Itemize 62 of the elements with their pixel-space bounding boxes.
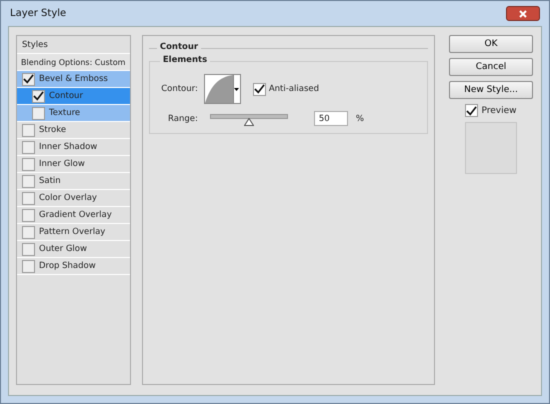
range-label: Range: [167, 114, 198, 124]
style-item[interactable]: Contour [17, 88, 130, 105]
checkbox[interactable] [22, 174, 35, 188]
contour-label: Contour: [160, 84, 198, 94]
style-label: Color Overlay [39, 193, 97, 203]
style-item[interactable]: Outer Glow [17, 241, 130, 258]
style-item[interactable]: Satin [17, 173, 130, 190]
contour-picker[interactable] [204, 74, 241, 104]
checkbox[interactable] [22, 260, 35, 272]
checkbox[interactable] [22, 72, 35, 86]
group-title: Elements [160, 55, 210, 65]
dialog-button[interactable]: OK [449, 35, 533, 53]
style-item[interactable]: Texture [17, 105, 130, 122]
style-label: Satin [39, 176, 61, 186]
style-item[interactable]: Inner Shadow [17, 139, 130, 156]
checkbox[interactable] [22, 242, 35, 256]
preview-thumbnail [465, 122, 517, 174]
style-item[interactable]: Bevel & Emboss [17, 71, 130, 88]
caret-icon [234, 88, 240, 90]
style-label: Texture [49, 108, 80, 118]
style-item[interactable]: Drop Shadow [17, 258, 130, 275]
checkmark-icon [466, 106, 478, 116]
style-label: Contour [49, 91, 83, 101]
preview-label: Preview [481, 106, 517, 116]
style-item[interactable]: Inner Glow [17, 156, 130, 173]
style-label: Outer Glow [39, 244, 87, 254]
blending-options-item[interactable]: Blending Options: Custom [17, 54, 130, 71]
dialog-button[interactable]: Cancel [449, 58, 533, 76]
contour-curve-icon [204, 75, 233, 103]
style-item[interactable]: Gradient Overlay [17, 207, 130, 224]
style-label: Bevel & Emboss [39, 74, 108, 84]
checkbox[interactable] [32, 106, 45, 120]
style-label: Stroke [39, 125, 66, 135]
window-title: Layer Style [10, 8, 66, 19]
style-item[interactable]: Pattern Overlay [17, 224, 130, 241]
style-label: Gradient Overlay [39, 210, 112, 220]
percent-label: % [356, 114, 364, 124]
style-item[interactable]: Stroke [17, 122, 130, 139]
checkbox[interactable] [22, 192, 35, 204]
style-label: Inner Glow [39, 159, 85, 169]
style-label: Pattern Overlay [39, 227, 106, 237]
close-button[interactable] [506, 6, 540, 21]
range-field[interactable]: 50 [314, 111, 348, 126]
checkbox[interactable] [22, 124, 35, 136]
style-label: Inner Shadow [39, 142, 98, 152]
checkbox[interactable] [22, 158, 35, 170]
style-label: Drop Shadow [39, 261, 96, 271]
range-slider[interactable] [210, 114, 288, 127]
checkbox[interactable] [22, 226, 35, 238]
checkmark-icon [33, 91, 44, 101]
checkbox[interactable] [22, 140, 35, 154]
checkmark-icon [254, 84, 265, 94]
dialog-button[interactable]: New Style... [449, 81, 533, 99]
preview-checkbox[interactable]: Preview [465, 104, 517, 117]
close-icon [519, 10, 527, 18]
section-title: Contour [156, 42, 202, 52]
style-item[interactable]: Color Overlay [17, 190, 130, 207]
anti-aliased-checkbox[interactable]: Anti-aliased [252, 82, 320, 96]
checkbox[interactable] [22, 208, 35, 222]
anti-aliased-label: Anti-aliased [268, 84, 320, 94]
checkmark-icon [23, 74, 34, 84]
checkbox[interactable] [32, 90, 45, 102]
